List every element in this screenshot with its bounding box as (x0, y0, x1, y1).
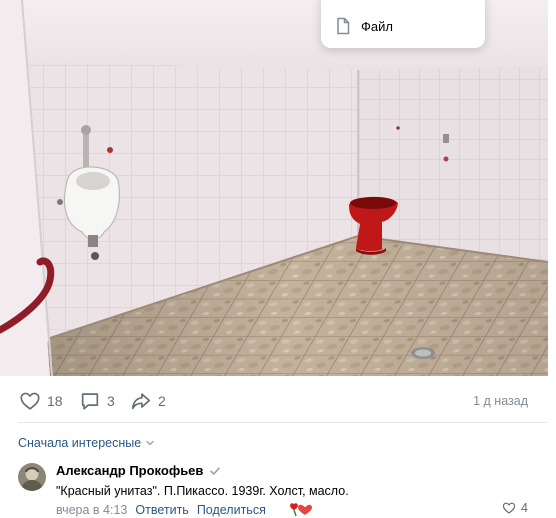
avatar-image (18, 463, 46, 491)
share-count: 2 (158, 393, 166, 409)
chevron-down-icon (146, 440, 154, 446)
comment-author[interactable]: Александр Прокофьев (56, 463, 203, 478)
comment-count: 3 (107, 393, 115, 409)
post-actions: 18 3 2 1 д назад (0, 380, 548, 422)
dropdown-item-file[interactable]: Файл (333, 12, 393, 40)
like-count: 18 (47, 393, 63, 409)
comment-text: "Красный унитаз". П.Пикассо. 1939г. Холс… (56, 484, 349, 498)
reactions-icon[interactable] (288, 501, 314, 517)
comments-sort-dropdown[interactable]: Сначала интересные (18, 436, 155, 450)
checkmark-icon (210, 466, 221, 475)
file-icon (337, 17, 350, 35)
comment-author-row: Александр Прокофьев (56, 463, 221, 478)
like-button[interactable]: 18 (19, 390, 63, 412)
comment-item: Александр Прокофьев "Красный унитаз". П.… (0, 460, 548, 518)
heart-icon (502, 502, 516, 514)
share-link[interactable]: Поделиться (197, 503, 266, 517)
post-timestamp[interactable]: 1 д назад (473, 394, 528, 408)
post-photo[interactable] (0, 0, 548, 376)
reply-link[interactable]: Ответить (135, 503, 188, 517)
share-button[interactable]: 2 (130, 390, 166, 412)
restroom-photo (0, 0, 548, 376)
comment-button[interactable]: 3 (79, 390, 115, 412)
dropdown-item-file-label: Файл (361, 18, 393, 34)
avatar[interactable] (18, 463, 46, 491)
heart-icon (20, 392, 40, 410)
comments-sort-label: Сначала интересные (18, 436, 142, 450)
share-icon (131, 393, 151, 410)
comment-time[interactable]: вчера в 4:13 (56, 503, 127, 517)
attach-dropdown: Файл (321, 0, 485, 48)
divider (18, 422, 548, 423)
comment-meta: вчера в 4:13 Ответить Поделиться (56, 503, 266, 517)
comment-like-count: 4 (521, 501, 528, 515)
comment-like-button[interactable]: 4 (502, 501, 528, 515)
comment-icon (81, 393, 99, 410)
